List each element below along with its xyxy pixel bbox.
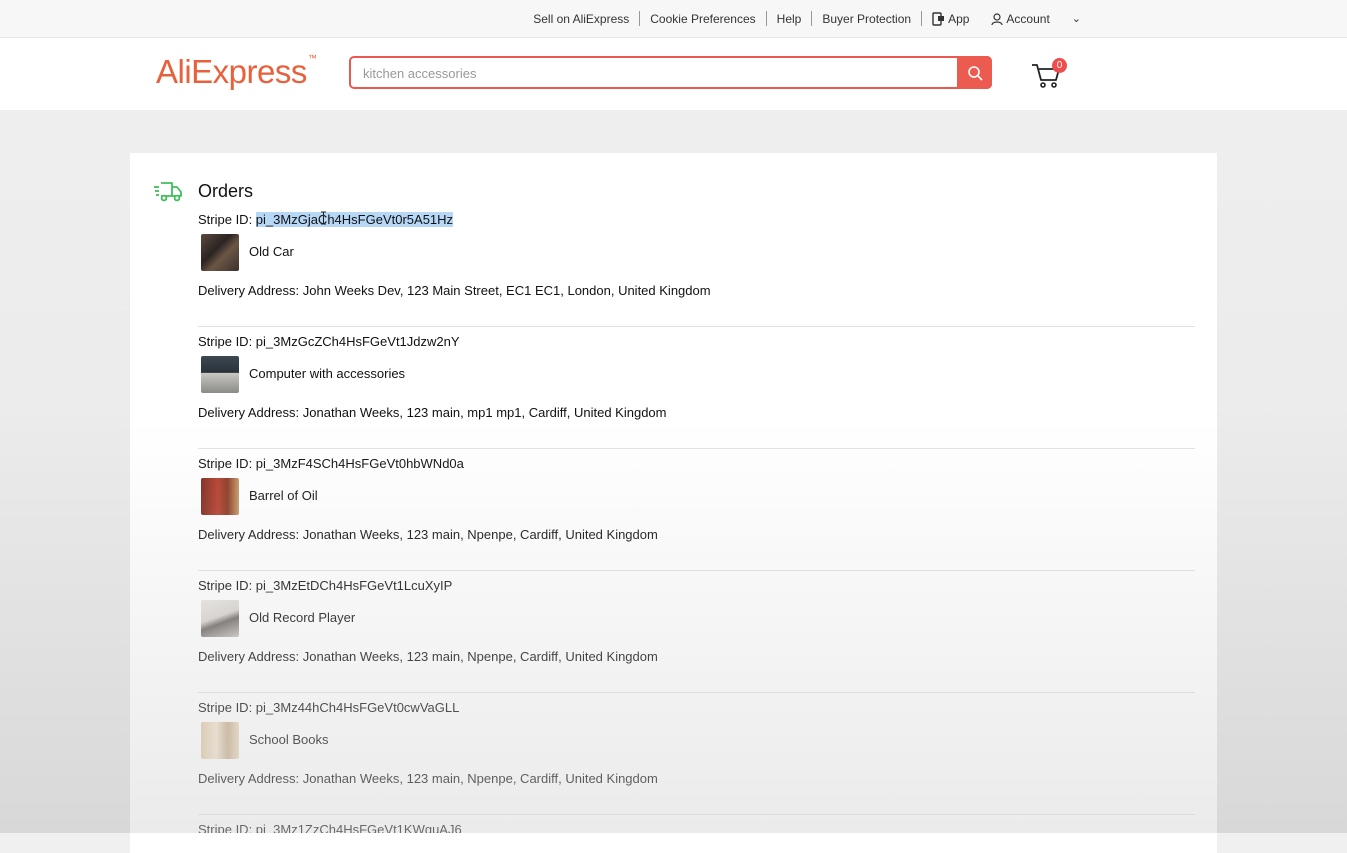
product-name: Barrel of Oil <box>249 488 318 503</box>
divider <box>198 570 1195 571</box>
phone-icon <box>932 11 945 26</box>
delivery-address: Delivery Address: Jonathan Weeks, 123 ma… <box>198 649 658 664</box>
cart-count-badge: 0 <box>1052 58 1067 73</box>
stripe-id-value[interactable]: pi_3MzGjaCh4HsFGeVt0r5A51Hz <box>255 212 454 227</box>
search-button[interactable] <box>957 56 992 89</box>
search-icon <box>967 65 982 80</box>
top-nav: Sell on AliExpress Cookie Preferences He… <box>533 0 1081 37</box>
divider <box>198 448 1195 449</box>
stripe-id: Stripe ID: pi_3MzGcZCh4HsFGeVt1Jdzw2nY <box>198 334 460 349</box>
product-thumbnail <box>201 722 239 759</box>
help-link[interactable]: Help <box>777 12 802 26</box>
stripe-id-value[interactable]: pi_3MzGcZCh4HsFGeVt1Jdzw2nY <box>256 334 460 349</box>
user-icon <box>991 12 1004 25</box>
product-thumbnail <box>201 478 239 515</box>
account-label: Account <box>1006 11 1050 26</box>
product-name: Old Record Player <box>249 610 356 625</box>
delivery-address: Delivery Address: John Weeks Dev, 123 Ma… <box>198 283 711 298</box>
stripe-id: Stripe ID: pi_3Mz44hCh4HsFGeVt0cwVaGLL <box>198 700 460 715</box>
cookie-preferences-link[interactable]: Cookie Preferences <box>650 12 755 26</box>
product-thumbnail <box>201 356 239 393</box>
text-cursor-icon <box>321 211 326 225</box>
divider <box>198 692 1195 693</box>
account-menu[interactable]: Account <box>991 11 1050 26</box>
search-input[interactable] <box>361 58 955 89</box>
page-title: Orders <box>198 181 254 201</box>
sell-on-aliexpress-link[interactable]: Sell on AliExpress <box>533 12 629 26</box>
order-item: Stripe ID: pi_3Mz44hCh4HsFGeVt0cwVaGLL S… <box>198 700 1195 822</box>
product-thumbnail <box>201 600 239 637</box>
nav-divider <box>811 11 813 26</box>
order-item: Stripe ID: pi_3MzGcZCh4HsFGeVt1Jdzw2nY C… <box>198 334 1195 456</box>
stripe-id: Stripe ID: pi_3MzF4SCh4HsFGeVt0hbWNd0a <box>198 456 464 471</box>
app-label: App <box>948 11 970 26</box>
cart-button[interactable]: 0 <box>1030 58 1070 92</box>
chevron-down-icon[interactable]: ⌄ <box>1072 12 1081 25</box>
top-utility-bar: Sell on AliExpress Cookie Preferences He… <box>0 0 1347 38</box>
divider <box>198 326 1195 327</box>
search-bar <box>349 56 992 89</box>
order-item: Stripe ID: pi_3MzF4SCh4HsFGeVt0hbWNd0a B… <box>198 456 1195 578</box>
product-name: Old Car <box>249 244 294 259</box>
stripe-id-value[interactable]: pi_3MzEtDCh4HsFGeVt1LcuXyIP <box>256 578 453 593</box>
stripe-id-value[interactable]: pi_3Mz44hCh4HsFGeVt0cwVaGLL <box>256 700 460 715</box>
order-item: Stripe ID: pi_3Mz1ZzCh4HsFGeVt1KWguAJ6 <box>198 822 1195 833</box>
nav-divider <box>639 11 641 26</box>
stripe-id-value[interactable]: pi_3MzF4SCh4HsFGeVt0hbWNd0a <box>256 456 464 471</box>
site-header: AliExpress™ 0 <box>0 38 1347 110</box>
product-name: Computer with accessories <box>249 366 406 381</box>
buyer-protection-link[interactable]: Buyer Protection <box>822 12 911 26</box>
stripe-id: Stripe ID: pi_3Mz1ZzCh4HsFGeVt1KWguAJ6 <box>198 822 462 833</box>
delivery-truck-icon <box>154 182 182 202</box>
stripe-id: Stripe ID: pi_3MzEtDCh4HsFGeVt1LcuXyIP <box>198 578 453 593</box>
product-name: School Books <box>249 732 329 747</box>
order-item: Stripe ID: pi_3MzEtDCh4HsFGeVt1LcuXyIP O… <box>198 578 1195 700</box>
order-item: Stripe ID: pi_3MzGjaCh4HsFGeVt0r5A51Hz O… <box>198 212 1195 334</box>
product-thumbnail <box>201 234 239 271</box>
divider <box>198 814 1195 815</box>
app-link[interactable]: App <box>932 12 969 26</box>
delivery-address: Delivery Address: Jonathan Weeks, 123 ma… <box>198 771 658 786</box>
stripe-id-value[interactable]: pi_3Mz1ZzCh4HsFGeVt1KWguAJ6 <box>256 822 462 833</box>
delivery-address: Delivery Address: Jonathan Weeks, 123 ma… <box>198 527 658 542</box>
delivery-address: Delivery Address: Jonathan Weeks, 123 ma… <box>198 405 667 420</box>
nav-divider <box>921 11 923 26</box>
aliexpress-logo[interactable]: AliExpress™ <box>156 53 317 91</box>
nav-divider <box>765 11 767 26</box>
